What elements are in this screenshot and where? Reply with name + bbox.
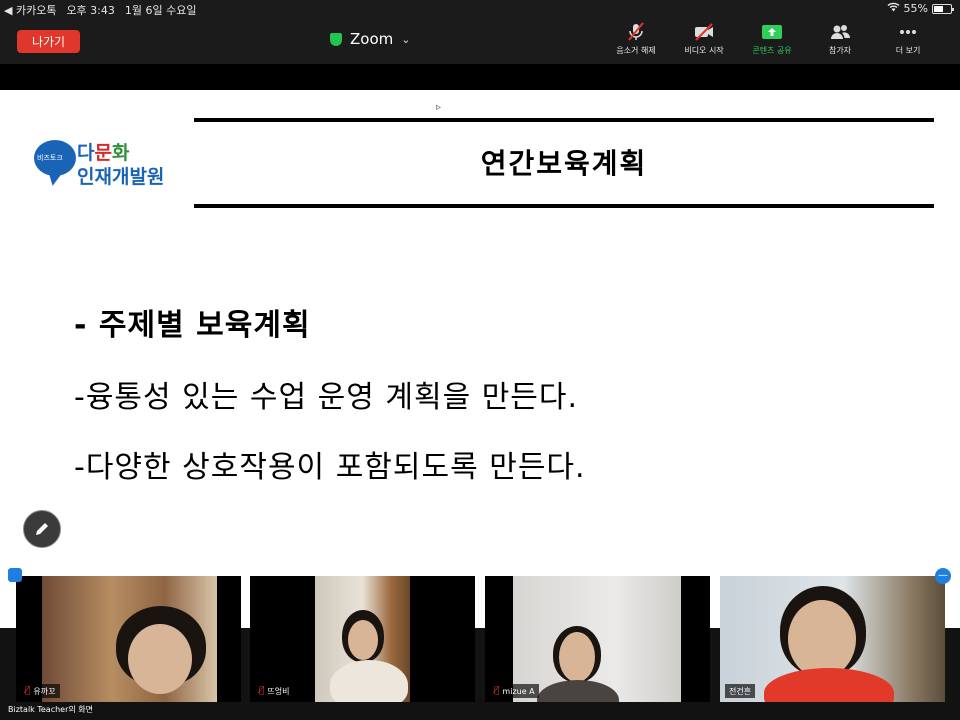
screen-share-label: Biztalk Teacher의 화면 bbox=[8, 705, 94, 714]
participant-tile[interactable]: 🎙̸ 뜨엉비 bbox=[250, 576, 475, 702]
logo-line-1: 다문화 bbox=[77, 142, 130, 164]
slide-bullet-2: -융통성 있는 수업 운영 계획을 만든다. bbox=[74, 380, 579, 415]
annotate-button[interactable] bbox=[23, 510, 61, 548]
participant-tile[interactable]: 전건흔 bbox=[720, 576, 945, 702]
participant-tile[interactable]: 🎙̸ 유까꼬 bbox=[16, 576, 241, 702]
meeting-info-button[interactable]: Zoom ⌄ bbox=[330, 30, 410, 48]
share-content-button[interactable]: 콘텐츠 공유 bbox=[738, 22, 806, 60]
unmute-button[interactable]: 음소거 해제 bbox=[602, 22, 670, 60]
participant-face bbox=[559, 632, 595, 682]
more-icon bbox=[900, 30, 916, 34]
participant-face bbox=[788, 600, 856, 678]
toolbar-spacer bbox=[0, 64, 960, 90]
meeting-toolbar: 나가기 Zoom ⌄ 음소거 해제 비디오 시작 콘텐츠 공유 참가자 더 보기 bbox=[0, 18, 960, 64]
pencil-icon bbox=[36, 523, 48, 535]
more-button[interactable]: 더 보기 bbox=[874, 22, 942, 60]
leave-button[interactable]: 나가기 bbox=[17, 30, 80, 53]
chevron-down-icon: ⌄ bbox=[401, 32, 411, 46]
app-title: Zoom bbox=[350, 30, 394, 48]
participants-icon bbox=[831, 25, 851, 39]
start-video-button[interactable]: 비디오 시작 bbox=[670, 22, 738, 60]
collapse-strip-icon[interactable]: — bbox=[935, 568, 951, 584]
video-off-icon bbox=[695, 23, 713, 41]
mic-muted-icon: 🎙̸ bbox=[25, 686, 31, 696]
share-screen-icon bbox=[762, 25, 782, 39]
shared-screen-slide[interactable]: ▹ 비즈토크 다문화 인재개발원 연간보육계획 - 주제별 보육계획 -융통성 … bbox=[0, 90, 960, 630]
mic-off-icon bbox=[628, 22, 644, 41]
participants-button[interactable]: 참가자 bbox=[806, 22, 874, 60]
logo-bubble-icon: 비즈토크 bbox=[34, 140, 76, 176]
status-date: 1월 6일 수요일 bbox=[124, 4, 197, 17]
battery-icon bbox=[932, 3, 954, 14]
participant-face bbox=[348, 620, 378, 660]
organization-logo: 비즈토크 다문화 인재개발원 bbox=[34, 138, 194, 192]
title-rule-top bbox=[194, 118, 934, 122]
remote-cursor-icon: ▹ bbox=[436, 102, 442, 113]
title-rule-bottom bbox=[194, 204, 934, 208]
status-time: 오후 3:43 bbox=[66, 4, 115, 17]
battery-percent: 55% bbox=[903, 2, 928, 15]
secure-shield-icon bbox=[330, 32, 342, 46]
slide-bullet-3: -다양한 상호작용이 포함되도록 만든다. bbox=[74, 450, 586, 485]
mic-muted-icon: 🎙̸ bbox=[259, 686, 265, 696]
slide-title: 연간보육계획 bbox=[480, 147, 648, 180]
pin-icon[interactable] bbox=[8, 568, 22, 582]
status-bar: ◀ 카카오톡 오후 3:43 1월 6일 수요일 55% bbox=[0, 0, 960, 18]
participant-face bbox=[128, 624, 192, 694]
mic-muted-icon: 🎙̸ bbox=[494, 686, 500, 696]
participant-tile[interactable]: 🎙̸ mizue A bbox=[485, 576, 710, 702]
logo-line-2: 인재개발원 bbox=[77, 166, 165, 188]
participant-strip: 🎙̸ 유까꼬 🎙̸ 뜨엉비 🎙̸ mizue A 전건흔 bbox=[0, 566, 960, 720]
back-to-app-link[interactable]: ◀ 카카오톡 bbox=[4, 2, 56, 18]
slide-bullet-1: - 주제별 보육계획 bbox=[74, 308, 311, 343]
wifi-icon bbox=[887, 2, 900, 15]
